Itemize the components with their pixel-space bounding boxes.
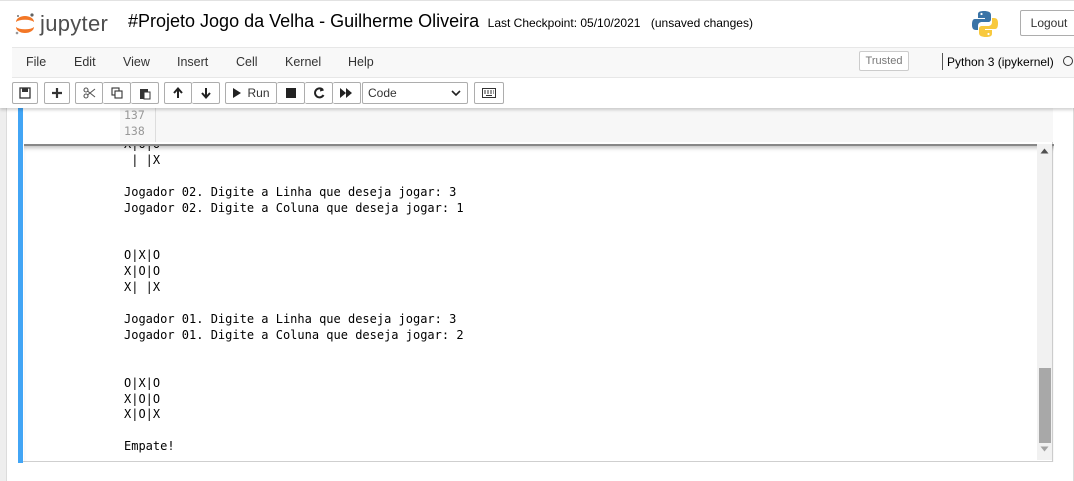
- cell-output-text: X|O|O | |X Jogador 02. Digite a Linha qu…: [124, 144, 464, 454]
- menu-file[interactable]: File: [26, 55, 46, 69]
- menubar: [12, 47, 1074, 78]
- autosave-status: (unsaved changes): [650, 16, 753, 30]
- copy-button[interactable]: [103, 82, 131, 104]
- kernel-name[interactable]: Python 3 (ipykernel): [947, 55, 1054, 69]
- restart-button[interactable]: [305, 82, 333, 104]
- kernel-separator: [942, 53, 943, 70]
- line-number: 137: [124, 108, 145, 122]
- line-number: 138: [124, 124, 145, 138]
- cell-type-value: Code: [368, 86, 397, 100]
- menu-insert[interactable]: Insert: [177, 55, 208, 69]
- checkpoint-status: Last Checkpoint: 05/10/2021: [487, 16, 641, 30]
- run-button-label: Run: [247, 86, 270, 100]
- menu-edit[interactable]: Edit: [74, 55, 96, 69]
- command-palette-button[interactable]: [474, 82, 504, 104]
- arrow-down-icon: [200, 88, 211, 99]
- save-icon: [19, 87, 31, 99]
- cell-type-select[interactable]: Code: [362, 82, 468, 104]
- arrow-up-icon: [173, 87, 183, 98]
- jupyter-logo-icon: [15, 13, 34, 35]
- cut-button[interactable]: [75, 82, 103, 104]
- restart-icon: [313, 87, 324, 99]
- fast-forward-icon: [340, 88, 352, 98]
- copy-icon: [110, 87, 123, 99]
- notebook-title[interactable]: #Projeto Jogo da Velha - Guilherme Olive…: [128, 11, 479, 31]
- menu-view[interactable]: View: [123, 55, 150, 69]
- cell-input-editor[interactable]: [120, 108, 1053, 142]
- chevron-down-icon: [451, 90, 461, 97]
- cut-icon: [82, 87, 95, 99]
- selected-cell-indicator: [18, 108, 23, 463]
- cell-output-area[interactable]: X|O|O | |X Jogador 02. Digite a Linha qu…: [24, 144, 1054, 462]
- title-area: #Projeto Jogo da Velha - Guilherme Olive…: [128, 11, 753, 32]
- stop-icon: [285, 88, 296, 98]
- move-up-button[interactable]: [164, 82, 192, 104]
- insert-cell-button[interactable]: [44, 82, 70, 104]
- menu-cell[interactable]: Cell: [236, 55, 258, 69]
- jupyter-logo[interactable]: jupyter: [14, 9, 108, 39]
- trusted-indicator[interactable]: Trusted: [859, 51, 909, 71]
- move-down-button[interactable]: [192, 82, 220, 104]
- notebook-header: jupyter #Projeto Jogo da Velha - Guilher…: [0, 0, 1074, 108]
- save-button[interactable]: [12, 82, 38, 104]
- scroll-up-arrow-icon[interactable]: [1040, 148, 1049, 154]
- python-logo-icon: [972, 11, 998, 37]
- header-top-border: [0, 0, 1074, 1]
- run-icon: [233, 88, 242, 98]
- plus-icon: [52, 88, 62, 98]
- jupyter-logo-text: jupyter: [40, 11, 109, 36]
- scrollbar-thumb[interactable]: [1039, 368, 1051, 443]
- run-button[interactable]: Run: [225, 82, 277, 104]
- paste-button[interactable]: [131, 82, 159, 104]
- logout-button[interactable]: Logout: [1020, 10, 1074, 36]
- restart-run-all-button[interactable]: [333, 82, 361, 104]
- interrupt-button[interactable]: [277, 82, 305, 104]
- menu-help[interactable]: Help: [348, 55, 374, 69]
- paste-icon: [139, 88, 150, 99]
- keyboard-icon: [482, 88, 496, 98]
- menu-kernel[interactable]: Kernel: [285, 55, 321, 69]
- scroll-down-arrow-icon[interactable]: [1040, 446, 1049, 452]
- kernel-status-icon: [1063, 56, 1073, 66]
